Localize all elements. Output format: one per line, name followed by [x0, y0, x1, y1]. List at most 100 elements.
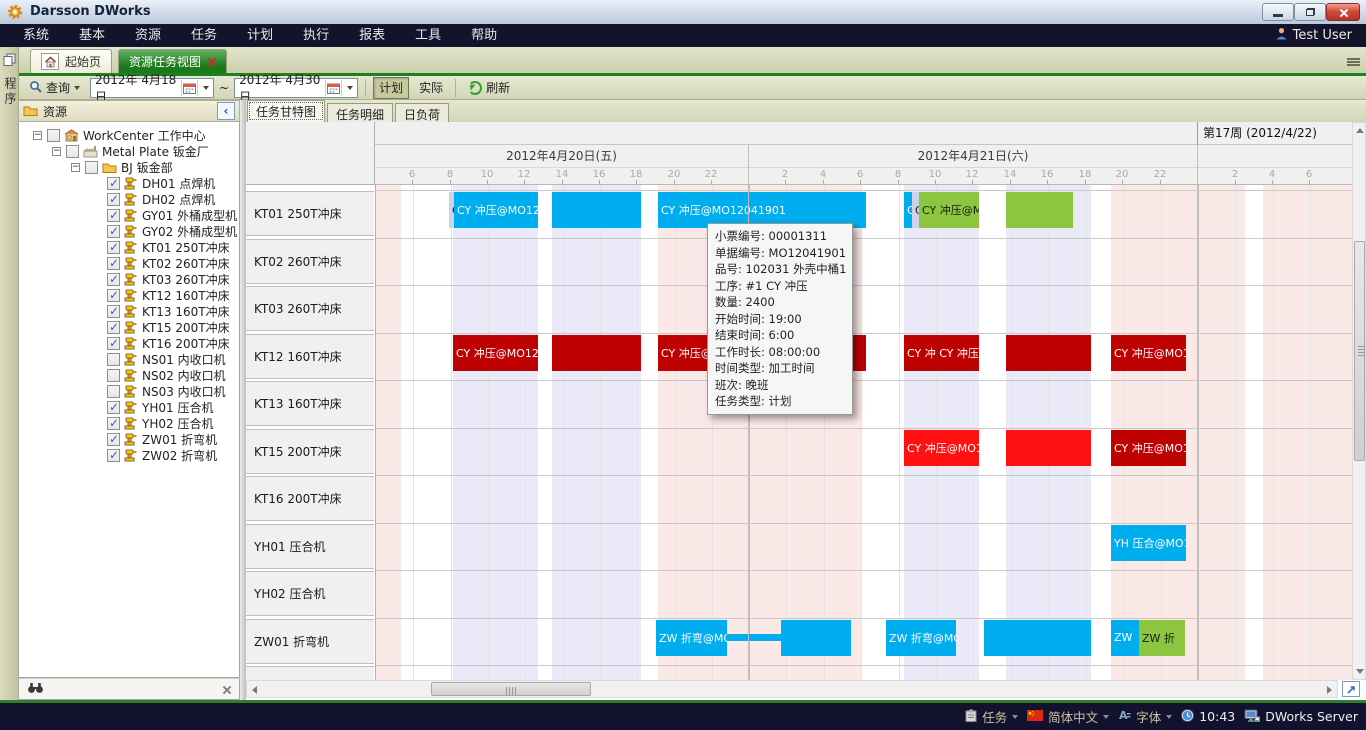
- tree-checkbox[interactable]: [107, 305, 120, 318]
- tree-item[interactable]: NS01 内收口机: [19, 351, 239, 367]
- menu-item[interactable]: 基本: [64, 24, 120, 47]
- chevron-down-icon[interactable]: [1012, 715, 1018, 719]
- tree-item[interactable]: −Metal Plate 钣金厂: [19, 143, 239, 159]
- gantt-task-bar[interactable]: [1006, 192, 1073, 228]
- vertical-scroll-thumb[interactable]: [1354, 241, 1365, 461]
- chevron-down-icon[interactable]: [1103, 715, 1109, 719]
- chevron-down-icon[interactable]: [1166, 715, 1172, 719]
- gantt-task-bar[interactable]: ZW 折弯@MO12041901: [886, 620, 956, 656]
- scroll-down-icon[interactable]: [1356, 669, 1364, 674]
- tree-item[interactable]: GY02 外桶成型机: [19, 223, 239, 239]
- horizontal-scroll-thumb[interactable]: [431, 682, 591, 696]
- tree-item[interactable]: YH01 压合机: [19, 399, 239, 415]
- tree-item[interactable]: ZW01 折弯机: [19, 431, 239, 447]
- gantt-task-bar[interactable]: ZW 折弯@MO12041901: [656, 620, 727, 656]
- scroll-up-icon[interactable]: [1356, 128, 1364, 133]
- gantt-view-tab[interactable]: 日负荷: [395, 103, 449, 122]
- tree-item[interactable]: NS02 内收口机: [19, 367, 239, 383]
- tree-item[interactable]: NS03 内收口机: [19, 383, 239, 399]
- collapse-panel-button[interactable]: ‹: [217, 102, 235, 120]
- binoculars-icon[interactable]: [27, 681, 44, 697]
- actual-toggle-button[interactable]: 实际: [414, 78, 448, 98]
- chevron-down-icon[interactable]: [74, 86, 80, 90]
- gantt-task-bar[interactable]: YH 压合@MO1: [1111, 525, 1186, 561]
- tree-item[interactable]: YH02 压合机: [19, 415, 239, 431]
- gantt-task-bar[interactable]: [1006, 335, 1091, 371]
- date-from-field[interactable]: 2012年 4月18日: [90, 78, 214, 98]
- tree-checkbox[interactable]: [107, 369, 120, 382]
- tree-item[interactable]: KT13 160T冲床: [19, 303, 239, 319]
- clear-filter-icon[interactable]: [222, 685, 231, 694]
- tree-checkbox[interactable]: [107, 321, 120, 334]
- gantt-view-tab[interactable]: 任务明细: [327, 103, 393, 122]
- tab-home[interactable]: 起始页: [30, 49, 112, 73]
- tree-item[interactable]: KT15 200T冲床: [19, 319, 239, 335]
- tree-expander-icon[interactable]: −: [52, 147, 61, 156]
- tree-checkbox[interactable]: [107, 289, 120, 302]
- tree-checkbox[interactable]: [107, 209, 120, 222]
- gantt-chart-area[interactable]: CCY 冲压@MO12041901CY 冲压@MO12041901CCCY 冲压…: [375, 185, 1352, 680]
- gantt-view-tab[interactable]: 任务甘特图: [247, 100, 325, 122]
- gantt-task-bar[interactable]: C: [904, 192, 912, 228]
- gantt-task-bar[interactable]: [781, 620, 851, 656]
- vertical-scrollbar[interactable]: [1352, 122, 1366, 680]
- tree-item[interactable]: KT16 200T冲床: [19, 335, 239, 351]
- tab-list-icon[interactable]: [1347, 57, 1360, 68]
- calendar-icon[interactable]: [325, 80, 341, 96]
- tree-item[interactable]: KT03 260T冲床: [19, 271, 239, 287]
- tree-item[interactable]: KT01 250T冲床: [19, 239, 239, 255]
- tree-checkbox[interactable]: [107, 353, 120, 366]
- gantt-task-bar[interactable]: [552, 335, 641, 371]
- tree-expander-icon[interactable]: −: [33, 131, 42, 140]
- query-button[interactable]: 查询: [24, 78, 85, 98]
- gantt-task-bar[interactable]: [552, 192, 641, 228]
- close-button[interactable]: [1326, 3, 1360, 21]
- status-item-font[interactable]: A字体: [1118, 707, 1172, 726]
- tab-resource-task-view[interactable]: 资源任务视图: [118, 49, 227, 73]
- minimize-button[interactable]: [1262, 3, 1294, 21]
- tree-checkbox[interactable]: [107, 449, 120, 462]
- gantt-task-bar[interactable]: CY 冲压@MO1: [1111, 335, 1186, 371]
- tree-checkbox[interactable]: [107, 433, 120, 446]
- tree-checkbox[interactable]: [47, 129, 60, 142]
- menu-item[interactable]: 执行: [288, 24, 344, 47]
- refresh-button[interactable]: 刷新: [463, 78, 515, 98]
- date-from-dropdown[interactable]: [197, 80, 213, 96]
- tree-item[interactable]: GY01 外桶成型机: [19, 207, 239, 223]
- status-item-clipboard[interactable]: 任务: [965, 707, 1018, 726]
- tree-item[interactable]: −BJ 钣金部: [19, 159, 239, 175]
- date-to-dropdown[interactable]: [341, 80, 357, 96]
- jump-navigator-button[interactable]: [1342, 681, 1360, 697]
- date-to-field[interactable]: 2012年 4月30日: [234, 78, 358, 98]
- tree-checkbox[interactable]: [107, 193, 120, 206]
- gantt-task-bar[interactable]: CY 冲 CY 冲压@MO12041904: [904, 335, 979, 371]
- restore-button[interactable]: [1294, 3, 1326, 21]
- tree-item[interactable]: DH02 点焊机: [19, 191, 239, 207]
- gantt-task-bar[interactable]: [984, 620, 1091, 656]
- gantt-task-bar[interactable]: [1006, 430, 1091, 466]
- scroll-left-icon[interactable]: [252, 686, 257, 694]
- pages-icon[interactable]: [3, 53, 16, 69]
- menu-item[interactable]: 帮助: [456, 24, 512, 47]
- tree-item[interactable]: KT12 160T冲床: [19, 287, 239, 303]
- horizontal-scrollbar[interactable]: [246, 680, 1338, 698]
- tree-item[interactable]: ZW02 折弯机: [19, 447, 239, 463]
- menu-item[interactable]: 计划: [232, 24, 288, 47]
- tree-item[interactable]: KT02 260T冲床: [19, 255, 239, 271]
- menu-item[interactable]: 报表: [344, 24, 400, 47]
- tree-item[interactable]: DH01 点焊机: [19, 175, 239, 191]
- gantt-task-bar[interactable]: CY 冲压@MO12041903: [904, 430, 979, 466]
- gantt-task-bar[interactable]: CY 冲压@MO12041902: [919, 192, 979, 228]
- menu-item[interactable]: 资源: [120, 24, 176, 47]
- tree-checkbox[interactable]: [107, 257, 120, 270]
- menu-item[interactable]: 系统: [8, 24, 64, 47]
- gantt-task-bar[interactable]: [727, 634, 781, 641]
- user-indicator[interactable]: Test User: [1275, 24, 1352, 47]
- gantt-task-bar[interactable]: ZW: [1111, 620, 1139, 656]
- calendar-icon[interactable]: [181, 80, 197, 96]
- status-item-flag[interactable]: 简体中文: [1027, 707, 1109, 726]
- dock-tab-program[interactable]: 程序: [2, 77, 19, 107]
- tree-checkbox[interactable]: [107, 417, 120, 430]
- tree-checkbox[interactable]: [107, 337, 120, 350]
- status-item-clock[interactable]: 10:43: [1181, 709, 1235, 725]
